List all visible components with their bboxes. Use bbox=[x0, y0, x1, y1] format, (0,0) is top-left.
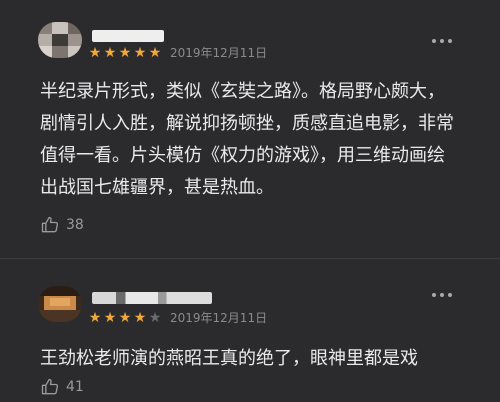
review-date: 2019年12月11日 bbox=[170, 46, 268, 60]
avatar[interactable] bbox=[38, 286, 82, 322]
review-text: 王劲松老师演的燕昭王真的绝了，眼神里都是戏 bbox=[40, 348, 418, 369]
star-icon: ★ bbox=[88, 45, 102, 61]
review-date: 2019年12月11日 bbox=[170, 311, 268, 325]
thumbs-up-icon bbox=[41, 378, 59, 395]
like-count: 41 bbox=[66, 379, 84, 395]
star-icon: ★ bbox=[133, 45, 147, 61]
star-icon: ★ bbox=[118, 310, 132, 326]
like-button[interactable]: 41 bbox=[40, 377, 84, 397]
review-card: ★ ★ ★ ★ ★ 2019年12月11日 王劲松老师演的燕昭王真的绝了，眼神里都是戏 … bbox=[0, 259, 500, 402]
review-card: ★ ★ ★ ★ ★ 2019年12月11日 半纪录片形式，类似《玄奘之路》。格局野心颇大… bbox=[0, 0, 500, 258]
star-icon: ★ bbox=[103, 45, 117, 61]
like-button[interactable]: 38 bbox=[40, 215, 84, 235]
star-icon: ★ bbox=[118, 45, 132, 61]
more-dots-icon[interactable] bbox=[432, 31, 452, 51]
rating-stars: ★ ★ ★ ★ ★ bbox=[88, 311, 162, 325]
username-redacted[interactable] bbox=[92, 30, 164, 42]
more-dots-icon[interactable] bbox=[432, 285, 452, 305]
star-icon: ★ bbox=[103, 310, 117, 326]
review-text: 半纪录片形式，类似《玄奘之路》。格局野心颇大，剧情引人入胜，解说抑扬顿挫，质感直… bbox=[40, 81, 454, 198]
username-redacted[interactable] bbox=[92, 292, 212, 304]
star-icon: ★ bbox=[88, 310, 102, 326]
thumbs-up-icon bbox=[41, 216, 59, 233]
reviews-list: ★ ★ ★ ★ ★ 2019年12月11日 半纪录片形式，类似《玄奘之路》。格局野心颇大… bbox=[0, 0, 500, 402]
star-icon: ★ bbox=[133, 310, 147, 326]
avatar[interactable] bbox=[38, 22, 82, 58]
like-count: 38 bbox=[66, 217, 84, 233]
star-icon: ★ bbox=[148, 45, 162, 61]
rating-stars: ★ ★ ★ ★ ★ bbox=[88, 46, 162, 60]
star-icon: ★ bbox=[148, 310, 162, 326]
